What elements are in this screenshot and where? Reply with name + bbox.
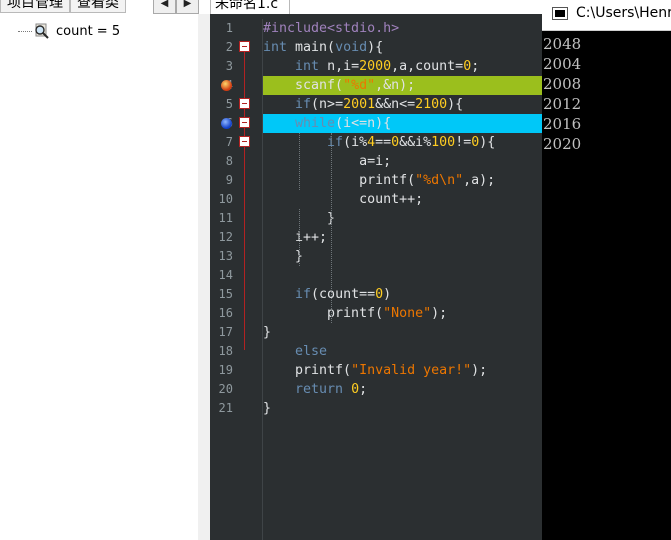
code-line[interactable]: return 0; <box>263 380 542 399</box>
current-code-line[interactable]: while(i<=n){ <box>263 114 542 133</box>
line-number: 12 <box>218 230 233 244</box>
code-line[interactable]: } <box>263 399 542 418</box>
line-number: 7 <box>225 135 233 149</box>
code-editor[interactable]: 123456789101112131415161718192021 #inclu… <box>210 19 542 540</box>
gutter-line[interactable]: 14 <box>210 266 262 285</box>
line-number: 1 <box>225 21 233 35</box>
console-output-line: 2004 <box>543 55 582 73</box>
code-line[interactable] <box>263 266 542 285</box>
code-line[interactable]: count++; <box>263 190 542 209</box>
console-output-line: 2008 <box>543 75 582 93</box>
watch-variable-item[interactable]: count = 5 <box>18 20 120 42</box>
watch-variable-label: count = 5 <box>56 23 121 39</box>
code-line[interactable]: } <box>263 209 542 228</box>
gutter-line[interactable]: 2 <box>210 38 262 57</box>
code-line[interactable]: } <box>263 323 542 342</box>
breakpoint-icon[interactable] <box>221 80 232 91</box>
indent-guide <box>299 209 300 266</box>
code-line[interactable]: int main(void){ <box>263 38 542 57</box>
line-number: 19 <box>218 363 233 377</box>
indent-guide <box>331 133 332 323</box>
console-window: C:\Users\Henry 2048 2004 2008 2012 2016 2020 <box>542 0 671 540</box>
code-line[interactable]: a=i; <box>263 152 542 171</box>
gutter-line[interactable]: 20 <box>210 380 262 399</box>
gutter-line[interactable]: 4 <box>210 76 262 95</box>
current-line-arrow-icon <box>221 118 232 129</box>
gutter-line[interactable]: 12 <box>210 228 262 247</box>
fold-collapse-icon[interactable] <box>239 136 250 147</box>
file-tab[interactable]: 未命名1.c <box>210 0 290 15</box>
gutter-line[interactable]: 5 <box>210 95 262 114</box>
line-number: 11 <box>218 211 233 225</box>
code-line[interactable]: if(i%4==0&&i%100!=0){ <box>263 133 542 152</box>
line-number: 8 <box>225 154 233 168</box>
gutter-line[interactable]: 6 <box>210 114 262 133</box>
line-number: 13 <box>218 249 233 263</box>
code-line[interactable]: } <box>263 247 542 266</box>
console-output: 2048 2004 2008 2012 2016 2020 <box>543 34 581 154</box>
indent-guide <box>299 133 300 190</box>
code-area[interactable]: #include<stdio.h> int main(void){ int n,i… <box>263 19 542 540</box>
code-line[interactable]: printf("%d\n",a); <box>263 171 542 190</box>
gutter-line[interactable]: 18 <box>210 342 262 361</box>
code-line[interactable]: if(n>=2001&&n<=2100){ <box>263 95 542 114</box>
breakpoint-code-line[interactable]: scanf("%d",&n); <box>263 76 542 95</box>
watch-magnifier-icon <box>32 22 50 40</box>
console-output-line: 2020 <box>543 135 582 153</box>
line-number: 20 <box>218 382 233 396</box>
gutter-line[interactable]: 21 <box>210 399 262 418</box>
code-line[interactable]: #include<stdio.h> <box>263 19 542 38</box>
fold-collapse-icon[interactable] <box>239 117 250 128</box>
line-number: 21 <box>218 401 233 415</box>
gutter-line[interactable]: 9 <box>210 171 262 190</box>
gutter-line[interactable]: 7 <box>210 133 262 152</box>
tab-nav: ◀ ▶ <box>153 0 199 14</box>
console-output-line: 2048 <box>543 35 582 53</box>
line-number: 14 <box>218 268 233 282</box>
code-line[interactable]: if(count==0) <box>263 285 542 304</box>
code-line[interactable]: printf("None"); <box>263 304 542 323</box>
editor-gutter[interactable]: 123456789101112131415161718192021 <box>210 19 262 540</box>
project-panel: 项目管理 查看类 count = 5 <box>0 0 199 540</box>
gutter-line[interactable]: 1 <box>210 19 262 38</box>
console-output-line: 2012 <box>543 95 582 113</box>
tab-prev-button[interactable]: ◀ <box>153 0 176 14</box>
gutter-line[interactable]: 3 <box>210 57 262 76</box>
console-title: C:\Users\Henry <box>576 5 671 21</box>
gutter-line[interactable]: 11 <box>210 209 262 228</box>
splitter[interactable] <box>198 14 210 540</box>
line-number: 3 <box>225 59 233 73</box>
line-number: 5 <box>225 97 233 111</box>
code-line[interactable]: else <box>263 342 542 361</box>
line-number: 18 <box>218 344 233 358</box>
fold-collapse-icon[interactable] <box>239 41 250 52</box>
tab-next-button[interactable]: ▶ <box>176 0 199 14</box>
console-titlebar[interactable]: C:\Users\Henry <box>542 0 671 31</box>
tree-connector <box>18 30 32 32</box>
line-number: 15 <box>218 287 233 301</box>
code-line[interactable]: printf("Invalid year!"); <box>263 361 542 380</box>
fold-collapse-icon[interactable] <box>239 98 250 109</box>
gutter-line[interactable]: 13 <box>210 247 262 266</box>
left-panel-tabs: 项目管理 查看类 <box>0 0 126 13</box>
line-number: 17 <box>218 325 233 339</box>
file-tab-label: 未命名1.c <box>215 0 279 12</box>
console-output-line: 2016 <box>543 115 582 133</box>
tab-project-manager[interactable]: 项目管理 <box>0 0 70 13</box>
gutter-line[interactable]: 15 <box>210 285 262 304</box>
line-number: 10 <box>218 192 233 206</box>
console-window-icon <box>552 7 568 20</box>
line-number: 2 <box>225 40 233 54</box>
tab-class-view[interactable]: 查看类 <box>70 0 126 13</box>
gutter-line[interactable]: 8 <box>210 152 262 171</box>
code-line[interactable]: i++; <box>263 228 542 247</box>
gutter-line[interactable]: 10 <box>210 190 262 209</box>
gutter-line[interactable]: 16 <box>210 304 262 323</box>
line-number: 16 <box>218 306 233 320</box>
gutter-line[interactable]: 17 <box>210 323 262 342</box>
gutter-line[interactable]: 19 <box>210 361 262 380</box>
line-number: 9 <box>225 173 233 187</box>
code-line[interactable]: int n,i=2000,a,count=0; <box>263 57 542 76</box>
